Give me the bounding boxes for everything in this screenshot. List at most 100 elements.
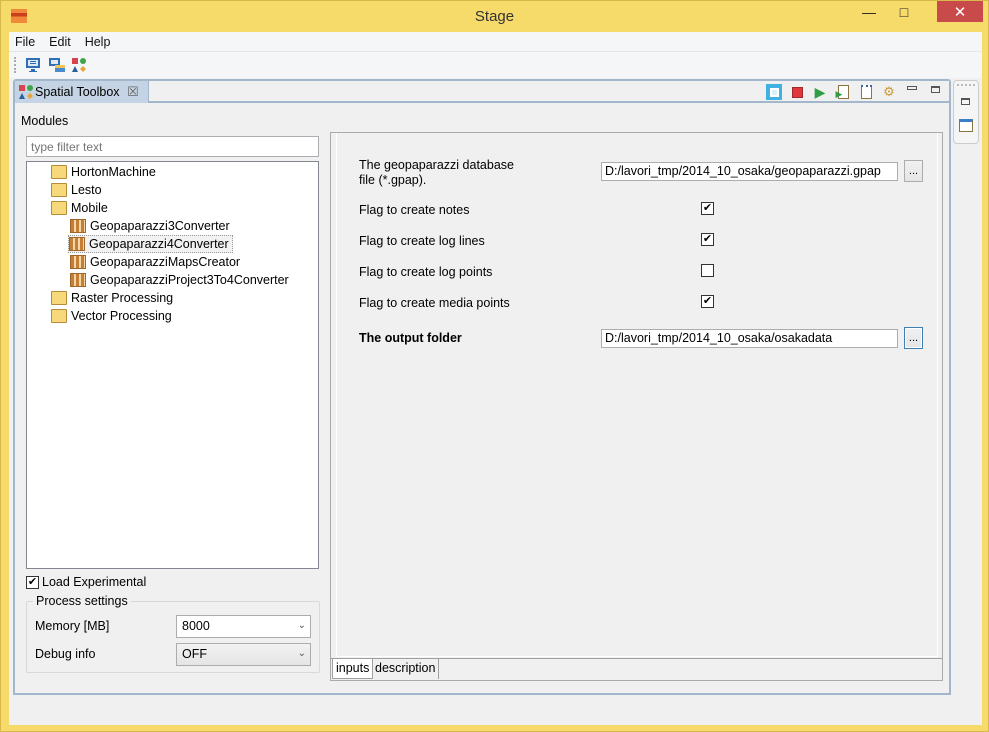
- app-window: Stage — □ ✕ File Edit Help Spatial Toolb…: [0, 0, 989, 732]
- select-mode-icon[interactable]: [766, 84, 782, 100]
- folder-icon: [51, 165, 67, 179]
- memory-combo[interactable]: 8000 ⌄: [176, 615, 311, 638]
- tab-inputs[interactable]: inputs: [332, 659, 374, 679]
- view-actions: ▶ ▶ ⚙: [766, 82, 943, 102]
- tree-item-geopaparazziproject3to4converter[interactable]: GeopaparazziProject3To4Converter: [70, 271, 292, 289]
- process-settings-group: Process settings Memory [MB] 8000 ⌄ Debu…: [26, 594, 320, 673]
- new-script-icon[interactable]: [858, 84, 874, 100]
- title-bar[interactable]: Stage — □ ✕: [1, 1, 988, 32]
- minimize-icon: —: [862, 3, 876, 20]
- tree-item-raster-processing[interactable]: Raster Processing: [51, 289, 176, 307]
- flag-log-points-checkbox[interactable]: [701, 264, 714, 277]
- minimize-button[interactable]: —: [854, 1, 884, 22]
- minimize-view-icon[interactable]: [904, 84, 920, 100]
- tab-close-icon[interactable]: ☒: [127, 84, 139, 100]
- side-trim-stack: [953, 80, 979, 144]
- monitor-folder-icon[interactable]: [49, 57, 65, 73]
- tree-item-vector-processing[interactable]: Vector Processing: [51, 307, 175, 325]
- checkbox[interactable]: [26, 575, 39, 589]
- tree-item-label: Geopaparazzi3Converter: [90, 219, 230, 233]
- chevron-down-icon: ⌄: [297, 620, 306, 631]
- close-icon: ✕: [953, 3, 967, 21]
- db-file-label-line2: file (*.gpap).: [359, 173, 427, 187]
- folder-icon: [51, 201, 67, 215]
- db-file-browse-button[interactable]: ...: [904, 160, 923, 182]
- module-icon: [70, 273, 86, 287]
- close-button[interactable]: ✕: [937, 1, 983, 22]
- memory-value: 8000: [182, 619, 210, 633]
- process-settings-legend: Process settings: [33, 594, 131, 608]
- main-toolbar: [9, 51, 982, 78]
- flag-log-lines-label: Flag to create log lines: [359, 234, 485, 248]
- output-folder-label: The output folder: [359, 331, 462, 345]
- edit-note-icon[interactable]: [959, 119, 973, 132]
- parameters-panel: The geopaparazzi database file (*.gpap).…: [330, 132, 943, 681]
- modules-label: Modules: [21, 114, 69, 128]
- generate-script-icon[interactable]: ▶: [835, 84, 851, 100]
- spatial-toolbox-icon[interactable]: [71, 57, 87, 73]
- chevron-down-icon: ⌄: [297, 648, 306, 659]
- maximize-button[interactable]: □: [889, 1, 919, 22]
- module-icon: [70, 255, 86, 269]
- tree-item-hortonmachine[interactable]: HortonMachine: [51, 163, 159, 181]
- tree-item-label: GeopaparazziProject3To4Converter: [90, 273, 289, 287]
- memory-label: Memory [MB]: [35, 619, 110, 633]
- tree-item-label: GeopaparazziMapsCreator: [90, 255, 241, 269]
- tree-item-geopaparazzi4converter[interactable]: Geopaparazzi4Converter: [68, 235, 233, 253]
- tree-item-label: Vector Processing: [71, 309, 172, 323]
- run-icon[interactable]: ▶: [812, 84, 828, 100]
- maximize-view-icon[interactable]: [927, 84, 943, 100]
- debug-info-combo[interactable]: OFF ⌄: [176, 643, 311, 666]
- flag-media-points-label: Flag to create media points: [359, 296, 510, 310]
- client-area: File Edit Help Spatial Toolbox ☒ ▶ ▶ ⚙ M…: [9, 32, 982, 725]
- menu-help[interactable]: Help: [85, 35, 111, 49]
- folder-icon: [51, 309, 67, 323]
- filter-input[interactable]: [26, 136, 319, 157]
- monitor-icon[interactable]: [25, 57, 41, 73]
- tab-description[interactable]: description: [372, 659, 440, 679]
- stop-icon[interactable]: [789, 84, 805, 100]
- debug-info-value: OFF: [182, 647, 207, 661]
- load-experimental-label: Load Experimental: [42, 575, 147, 589]
- trim-grip[interactable]: [957, 84, 975, 86]
- spatial-toolbox-view: Spatial Toolbox ☒ ▶ ▶ ⚙ Modules HortonMa…: [13, 79, 951, 695]
- window-title: Stage: [474, 8, 515, 25]
- debug-info-label: Debug info: [35, 647, 96, 661]
- tree-item-label: Lesto: [71, 183, 102, 197]
- tree-item-lesto[interactable]: Lesto: [51, 181, 105, 199]
- module-icon: [70, 219, 86, 233]
- flag-notes-label: Flag to create notes: [359, 203, 470, 217]
- load-experimental-checkbox[interactable]: Load Experimental: [26, 575, 146, 589]
- tree-item-label: HortonMachine: [71, 165, 156, 179]
- tree-item-geopaparazzi3converter[interactable]: Geopaparazzi3Converter: [70, 217, 233, 235]
- db-file-label-line1: The geopaparazzi database: [359, 158, 514, 172]
- flag-notes-checkbox[interactable]: [701, 202, 714, 215]
- output-folder-input[interactable]: D:/lavori_tmp/2014_10_osaka/osakadata: [601, 329, 898, 348]
- db-file-label: The geopaparazzi database file (*.gpap).: [359, 158, 514, 188]
- tree-item-label: Mobile: [71, 201, 108, 215]
- tree-item-mobile[interactable]: Mobile: [51, 199, 111, 217]
- flag-media-points-checkbox[interactable]: [701, 295, 714, 308]
- folder-icon: [51, 291, 67, 305]
- tab-spatial-toolbox[interactable]: Spatial Toolbox ☒: [15, 81, 149, 103]
- output-folder-browse-button[interactable]: ...: [904, 327, 923, 349]
- menu-edit[interactable]: Edit: [49, 35, 71, 49]
- bottom-tab-bar: inputs description: [331, 658, 942, 680]
- tree-item-label: Raster Processing: [71, 291, 174, 305]
- settings-icon[interactable]: ⚙: [881, 84, 897, 100]
- toolbar-grip[interactable]: [14, 57, 16, 73]
- flag-log-points-label: Flag to create log points: [359, 265, 493, 279]
- module-icon: [69, 237, 85, 251]
- folder-icon: [51, 183, 67, 197]
- db-file-input[interactable]: D:/lavori_tmp/2014_10_osaka/geopaparazzi…: [601, 162, 898, 181]
- inputs-page: The geopaparazzi database file (*.gpap).…: [336, 133, 938, 657]
- restore-view-icon[interactable]: [961, 98, 970, 105]
- tree-item-label: Geopaparazzi4Converter: [89, 237, 229, 251]
- flag-log-lines-checkbox[interactable]: [701, 233, 714, 246]
- maximize-icon: □: [899, 3, 909, 20]
- menu-file[interactable]: File: [15, 35, 35, 49]
- modules-tree[interactable]: HortonMachine Lesto Mobile Geopaparazzi3…: [26, 161, 319, 569]
- menu-bar: File Edit Help: [9, 32, 982, 51]
- tree-item-geopaparazzimapscreator[interactable]: GeopaparazziMapsCreator: [70, 253, 243, 271]
- view-tab-bar: Spatial Toolbox ☒ ▶ ▶ ⚙: [15, 81, 949, 103]
